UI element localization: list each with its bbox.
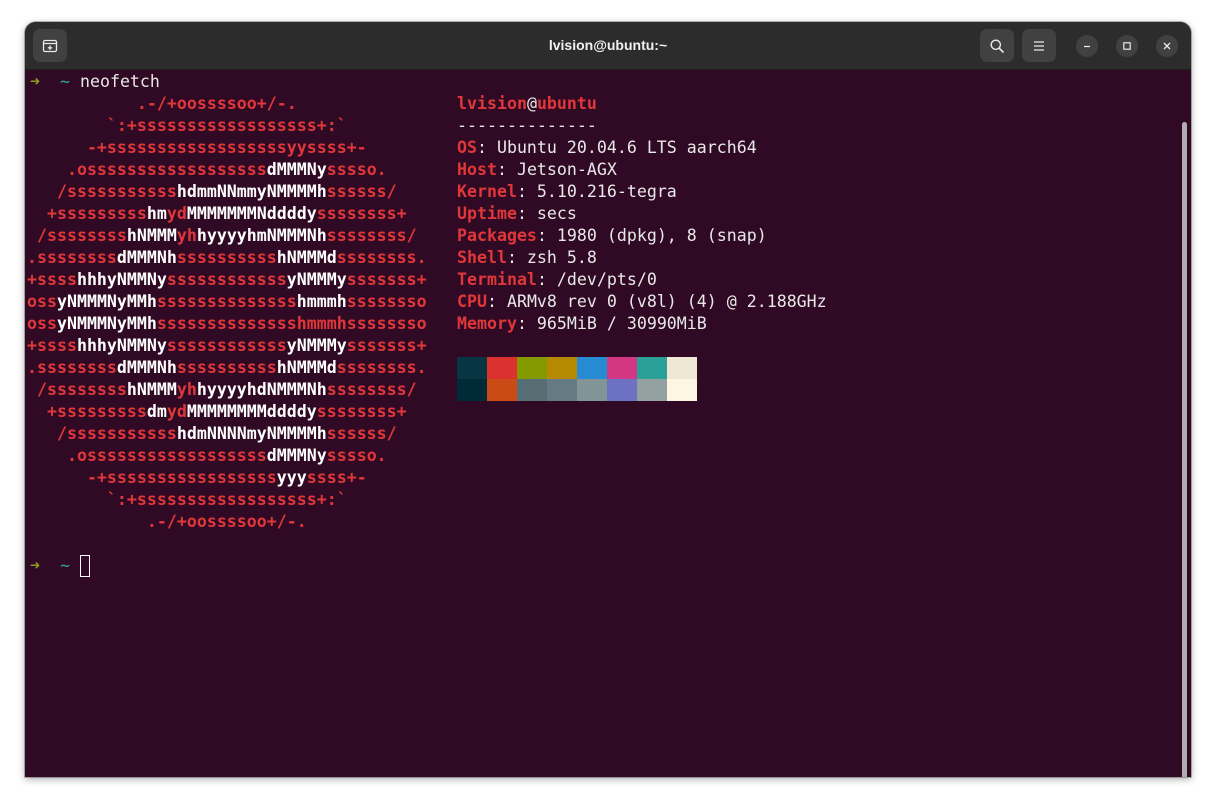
logo-line: +sssshhhyNMMNyssssssssssssyNMMMysssssss+ xyxy=(27,270,427,289)
sysinfo-row: Terminal: /dev/pts/0 xyxy=(457,269,657,291)
sysinfo-label: Packages xyxy=(457,226,537,245)
logo-line: .ssssssssdMMMNhsssssssssshNMMMdssssssss. xyxy=(27,358,427,377)
sysinfo-row: CPU: ARMv8 rev 0 (v8l) (4) @ 2.188GHz xyxy=(457,291,827,313)
logo-line: `:+ssssssssssssssssss+:` xyxy=(27,116,347,135)
logo-line: .ossssssssssssssssssdMMMNysssso. xyxy=(27,446,387,465)
title-bar[interactable]: lvision@ubuntu:~ xyxy=(25,22,1191,70)
sysinfo-value: : 5.10.216-tegra xyxy=(516,182,677,201)
color-swatch xyxy=(547,357,577,379)
sysinfo-label: Memory xyxy=(457,314,517,333)
logo-line: .ossssssssssssssssssdMMMNysssso. xyxy=(27,160,387,179)
logo-line: ossyNMMMNyMMhsssssssssssssshmmmhssssssso xyxy=(27,292,427,311)
logo-line: +ssssssssshmydMMMMMMMNddddyssssssss+ xyxy=(27,204,407,223)
sysinfo-label: Terminal xyxy=(457,270,537,289)
prompt-arrow-icon: ➜ xyxy=(30,72,40,91)
logo-line: +sssshhhyNMMNyssssssssssssyNMMMysssssss+ xyxy=(27,336,427,355)
color-swatch xyxy=(517,357,547,379)
hamburger-menu-icon xyxy=(1034,40,1044,51)
maximize-icon xyxy=(1123,42,1131,50)
color-swatch xyxy=(517,379,547,401)
color-swatch xyxy=(607,379,637,401)
color-swatch xyxy=(667,357,697,379)
sysinfo-row: Uptime: secs xyxy=(457,203,577,225)
menu-button[interactable] xyxy=(1022,29,1056,62)
close-icon xyxy=(1163,42,1171,50)
color-swatch xyxy=(637,357,667,379)
user-host-line: lvision@ubuntu xyxy=(457,93,597,115)
logo-line: `:+ssssssssssssssssss+:` xyxy=(27,490,347,509)
sysinfo-label: CPU xyxy=(457,292,487,311)
prompt-directory: ~ xyxy=(59,72,70,91)
logo-line: -+ssssssssssssssssssyyssss+- xyxy=(27,138,367,157)
sysinfo-row: Shell: zsh 5.8 xyxy=(457,247,597,269)
logo-line: .-/+oossssoo+/-. xyxy=(27,94,297,113)
prompt-directory: ~ xyxy=(59,556,70,575)
logo-line: /sssssssshNMMMyhhyyyyhdNMMMNhssssssss/ xyxy=(27,380,417,399)
color-swatch xyxy=(457,379,487,401)
terminal-output[interactable]: ➜ ~ neofetch .-/+oossssoo+/-. `:+sssssss… xyxy=(25,70,1191,777)
search-button[interactable] xyxy=(980,29,1014,62)
sysinfo-value: : Jetson-AGX xyxy=(496,160,617,179)
color-swatch xyxy=(607,357,637,379)
logo-line: /sssssssshNMMMyhhyyyyhmNMMMNhssssssss/ xyxy=(27,226,417,245)
sysinfo-value: : zsh 5.8 xyxy=(506,248,597,267)
logo-line: -+sssssssssssssssssyyyssss+- xyxy=(27,468,367,487)
window-title: lvision@ubuntu:~ xyxy=(548,37,668,53)
logo-line: +sssssssssdmydMMMMMMMMddddyssssssss+ xyxy=(27,402,407,421)
sysinfo-label: Kernel xyxy=(457,182,517,201)
logo-line: ossyNMMMNyMMhsssssssssssssshmmmhssssssso xyxy=(27,314,427,333)
sysinfo-label: Host xyxy=(457,160,497,179)
sysinfo-value: : /dev/pts/0 xyxy=(536,270,657,289)
logo-line: /ssssssssssshdmNNNNmyNMMMMhssssss/ xyxy=(27,424,397,443)
active-prompt-line: ➜ ~ xyxy=(30,555,90,577)
sysinfo-user: lvision xyxy=(457,94,527,113)
color-swatch xyxy=(667,379,697,401)
sysinfo-value: : 1980 (dpkg), 8 (snap) xyxy=(536,226,767,245)
logo-line: .ssssssssdMMMNhsssssssssshNMMMdssssssss. xyxy=(27,248,427,267)
scrollbar[interactable] xyxy=(1182,122,1187,777)
prompt-arrow-icon: ➜ xyxy=(30,556,40,575)
color-swatch xyxy=(547,379,577,401)
prompt-command: neofetch xyxy=(79,72,160,91)
sysinfo-row: Host: Jetson-AGX xyxy=(457,159,617,181)
logo-line: .-/+oossssoo+/-. xyxy=(27,512,307,531)
close-button[interactable] xyxy=(1156,35,1178,57)
sysinfo-label: Uptime xyxy=(457,204,517,223)
minimize-button[interactable] xyxy=(1076,35,1098,57)
color-swatch xyxy=(487,357,517,379)
sysinfo-at: @ xyxy=(526,94,537,113)
color-palette xyxy=(457,357,697,401)
color-swatch xyxy=(457,357,487,379)
sysinfo-value: : Ubuntu 20.04.6 LTS aarch64 xyxy=(476,138,757,157)
maximize-button[interactable] xyxy=(1116,35,1138,57)
search-icon xyxy=(990,39,1004,53)
color-swatch xyxy=(577,357,607,379)
sysinfo-row: Memory: 965MiB / 30990MiB xyxy=(457,313,707,335)
command-prompt-line: ➜ ~ neofetch xyxy=(30,71,160,93)
sysinfo-row: OS: Ubuntu 20.04.6 LTS aarch64 xyxy=(457,137,757,159)
sysinfo-separator: -------------- xyxy=(457,116,597,135)
sysinfo-host: ubuntu xyxy=(536,94,597,113)
color-swatch xyxy=(637,379,667,401)
sysinfo-value: : secs xyxy=(516,204,577,223)
terminal-window: lvision@ubuntu:~ ➜ ~ neofetch .-/+oossss… xyxy=(25,22,1191,777)
sysinfo-label: OS xyxy=(457,138,477,157)
color-swatch xyxy=(577,379,607,401)
sysinfo-label: Shell xyxy=(457,248,507,267)
sysinfo-row: Kernel: 5.10.216-tegra xyxy=(457,181,677,203)
sysinfo-value: : 965MiB / 30990MiB xyxy=(516,314,707,333)
text-cursor[interactable] xyxy=(79,555,90,577)
logo-line: /ssssssssssshdmmNNmmyNMMMMhssssss/ xyxy=(27,182,397,201)
sysinfo-row: Packages: 1980 (dpkg), 8 (snap) xyxy=(457,225,767,247)
minimize-icon xyxy=(1084,45,1090,48)
sysinfo-value: : ARMv8 rev 0 (v8l) (4) @ 2.188GHz xyxy=(486,292,827,311)
color-swatch xyxy=(487,379,517,401)
